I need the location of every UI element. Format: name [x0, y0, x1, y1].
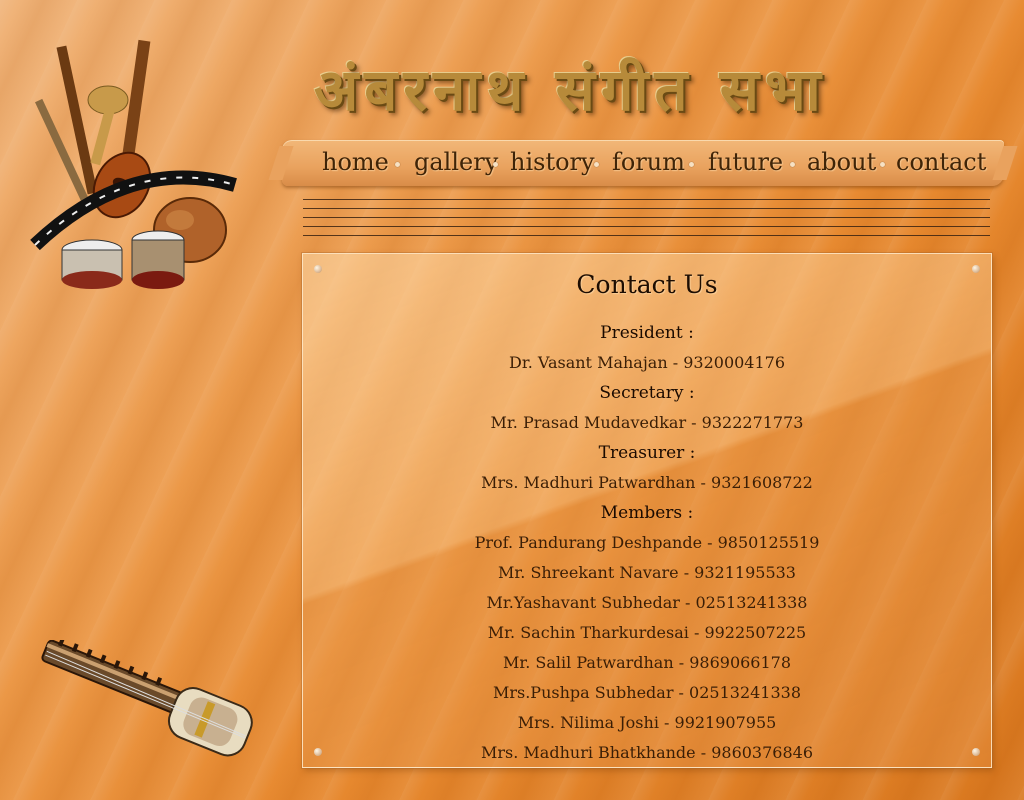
nav-about[interactable]: about — [807, 144, 876, 180]
treasurer-contact: Mrs. Madhuri Patwardhan - 9321608722 — [481, 473, 813, 492]
nav-future[interactable]: future — [708, 144, 783, 180]
nav-forum[interactable]: forum — [612, 144, 685, 180]
bullet-dot-icon — [395, 162, 400, 167]
member-contact: Mr. Salil Patwardhan - 9869066178 — [502, 653, 792, 672]
bullet-dot-icon — [880, 162, 885, 167]
nav-bar: home gallery history forum future about … — [282, 140, 1004, 186]
president-heading: President : — [600, 323, 694, 343]
member-contact: Mrs.Pushpa Subhedar - 02513241338 — [492, 683, 802, 702]
bullet-dot-icon — [689, 162, 694, 167]
member-contact: Mrs. Nilima Joshi - 9921907955 — [517, 713, 777, 732]
sarangi-instrument-icon — [18, 637, 268, 790]
nav-history[interactable]: history — [510, 144, 595, 180]
nav-home[interactable]: home — [322, 144, 389, 180]
member-contact: Mr. Sachin Tharkurdesai - 9922507225 — [487, 623, 807, 642]
site-title: अंबरनाथ संगीत सभा — [314, 56, 827, 124]
president-contact: Dr. Vasant Mahajan - 9320004176 — [508, 353, 786, 372]
contact-panel: Contact Us President : Dr. Vasant Mahaja… — [302, 253, 992, 768]
bullet-dot-icon — [493, 162, 498, 167]
bullet-dot-icon — [594, 162, 599, 167]
member-contact: Mrs. Madhuri Bhatkhande - 9860376846 — [481, 743, 813, 762]
musical-instruments-logo-icon — [30, 35, 245, 300]
members-heading: Members : — [600, 503, 694, 523]
member-contact: Mr. Shreekant Navare - 9321195533 — [498, 563, 796, 582]
decorative-rules — [303, 199, 990, 244]
member-contact: Mr.Yashavant Subhedar - 02513241338 — [486, 593, 808, 612]
contact-list: President : Dr. Vasant Mahajan - 9320004… — [303, 318, 991, 768]
treasurer-heading: Treasurer : — [598, 443, 696, 463]
member-contact: Prof. Pandurang Deshpande - 9850125519 — [474, 533, 820, 552]
contact-title: Contact Us — [576, 270, 718, 299]
secretary-contact: Mr. Prasad Mudavedkar - 9322271773 — [490, 413, 804, 432]
bullet-dot-icon — [790, 162, 795, 167]
nav-gallery[interactable]: gallery — [414, 144, 498, 180]
nav-contact[interactable]: contact — [896, 144, 986, 180]
secretary-heading: Secretary : — [599, 383, 695, 403]
